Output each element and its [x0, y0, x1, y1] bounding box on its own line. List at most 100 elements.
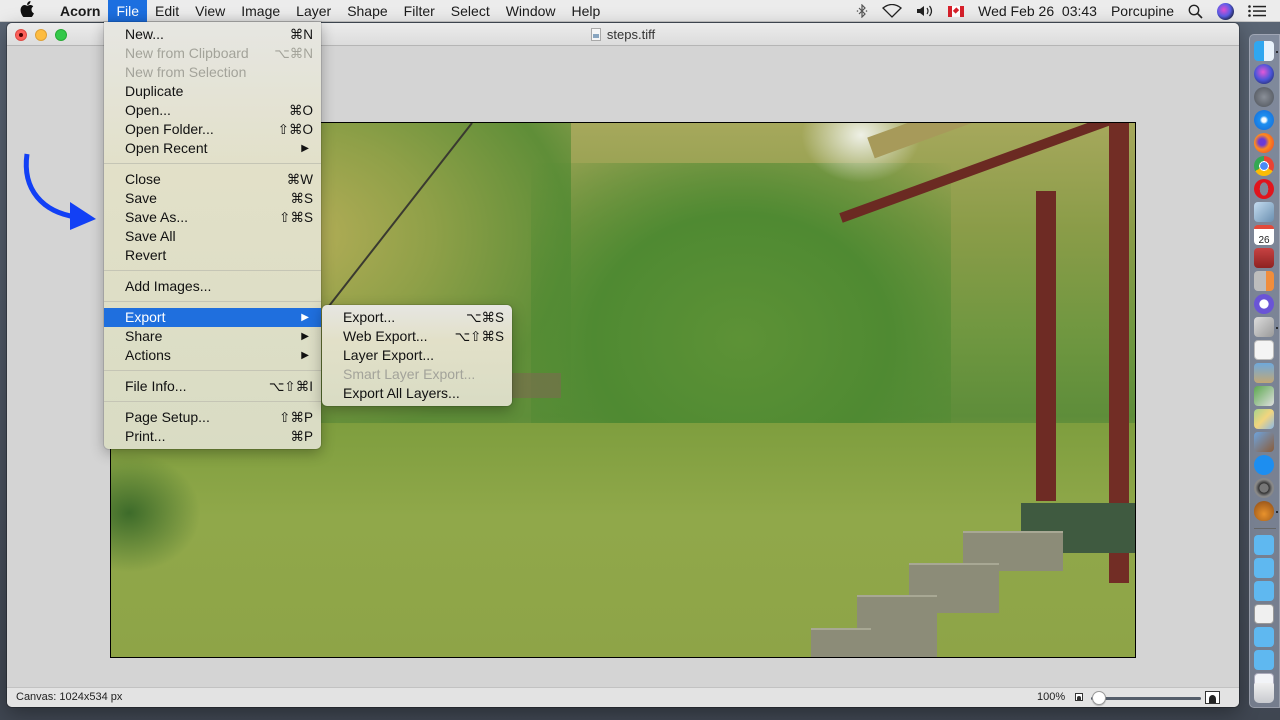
list-icon[interactable]: [1248, 0, 1266, 22]
submenu-item-smart-layer-export: Smart Layer Export...: [343, 366, 476, 382]
siri-icon[interactable]: [1217, 0, 1234, 22]
folder-icon[interactable]: [1254, 558, 1274, 578]
siri-icon[interactable]: [1254, 64, 1274, 84]
zoom-slider-knob[interactable]: [1092, 691, 1106, 705]
firefox-icon[interactable]: [1254, 133, 1274, 153]
menu-item-revert[interactable]: Revert: [104, 246, 321, 265]
submenu-item-layer-export[interactable]: Layer Export...: [322, 346, 512, 365]
image-capture-icon[interactable]: [1254, 363, 1274, 383]
submenu-item-export-all-layers[interactable]: Export All Layers...: [322, 384, 512, 403]
menu-item-save[interactable]: Save ⌘S: [104, 189, 321, 208]
menu-edit[interactable]: Edit: [147, 0, 187, 22]
preview-editor-icon[interactable]: [1254, 386, 1274, 406]
calculator-icon[interactable]: [1254, 271, 1274, 291]
preview-icon[interactable]: [1254, 202, 1274, 222]
menu-select[interactable]: Select: [443, 0, 498, 22]
menu-item-open[interactable]: Open... ⌘O: [104, 101, 321, 120]
running-indicator: [1276, 327, 1278, 329]
submenu-arrow-icon: ▶: [301, 331, 309, 342]
menu-item-print[interactable]: Print... ⌘P: [104, 427, 321, 446]
menu-image[interactable]: Image: [233, 0, 288, 22]
zoom-percent-label: 100%: [1037, 691, 1066, 703]
menu-app-acorn[interactable]: Acorn: [52, 0, 108, 22]
photo-step: [811, 628, 871, 657]
opera-icon[interactable]: [1254, 179, 1274, 199]
photo-bush: [111, 453, 201, 573]
menu-view[interactable]: View: [187, 0, 233, 22]
launchpad-icon[interactable]: [1254, 87, 1274, 107]
menu-item-file-info[interactable]: File Info... ⌥⇧⌘I: [104, 377, 321, 396]
menu-separator: [104, 163, 321, 164]
canvas-size-label: Canvas: 1024x534 px: [16, 691, 123, 703]
zoom-in-icon[interactable]: [1205, 691, 1220, 704]
finder-icon[interactable]: [1254, 41, 1274, 61]
user-name[interactable]: Porcupine: [1111, 3, 1174, 19]
menu-item-new-from-clipboard: New from Clipboard ⌥⌘N: [125, 45, 313, 61]
menu-item-new[interactable]: New... ⌘N: [104, 25, 321, 44]
window-title-text: steps.tiff: [606, 27, 656, 42]
menu-item-save-all[interactable]: Save All: [104, 227, 321, 246]
file-menu: New... ⌘N New from Clipboard ⌥⌘N New from …: [104, 22, 321, 449]
dock-separator: [1254, 528, 1276, 529]
clock[interactable]: Wed Feb 26 03:43: [978, 3, 1097, 19]
submenu-item-web-export[interactable]: Web Export... ⌥⇧⌘S: [322, 327, 512, 346]
app-store-icon[interactable]: [1254, 455, 1274, 475]
menu-item-save-as[interactable]: Save As... ⇧⌘S: [104, 208, 321, 227]
folder-icon[interactable]: [1254, 650, 1274, 670]
script-editor-icon[interactable]: [1254, 317, 1274, 337]
trash-icon[interactable]: [1254, 683, 1274, 703]
menu-bar: Acorn File Edit View Image Layer Shape F…: [0, 0, 1280, 22]
menu-window[interactable]: Window: [498, 0, 564, 22]
running-indicator: [1276, 511, 1278, 513]
menu-item-open-recent[interactable]: Open Recent ▶: [104, 139, 321, 158]
textedit-icon[interactable]: [1254, 340, 1274, 360]
menu-separator: [104, 270, 321, 271]
submenu-item-export[interactable]: Export... ⌥⌘S: [322, 308, 512, 327]
bbedit-icon[interactable]: [1254, 294, 1274, 314]
acorn-icon[interactable]: [1254, 501, 1274, 521]
menu-filter[interactable]: Filter: [396, 0, 443, 22]
apple-logo-icon[interactable]: [18, 0, 36, 21]
menu-shape[interactable]: Shape: [339, 0, 395, 22]
volume-icon[interactable]: [916, 0, 934, 22]
dictionary-icon[interactable]: [1254, 248, 1274, 268]
bluetooth-icon[interactable]: [856, 0, 868, 22]
menu-item-open-folder[interactable]: Open Folder... ⇧⌘O: [104, 120, 321, 139]
menu-separator: [104, 370, 321, 371]
status-menus: Wed Feb 26 03:43 Porcupine: [856, 0, 1280, 22]
menu-item-actions[interactable]: Actions ▶: [104, 346, 321, 365]
menu-item-page-setup[interactable]: Page Setup... ⇧⌘P: [104, 408, 321, 427]
canada-flag-icon[interactable]: [948, 0, 965, 22]
zoom-slider-track[interactable]: [1091, 697, 1201, 700]
submenu-arrow-icon: ▶: [301, 143, 309, 154]
photos-icon[interactable]: [1254, 432, 1274, 452]
menu-item-export[interactable]: Export ▶: [104, 308, 321, 327]
document-icon[interactable]: [1254, 604, 1274, 624]
menu-separator: [104, 401, 321, 402]
submenu-arrow-icon: ▶: [301, 312, 309, 323]
menu-file[interactable]: File: [108, 0, 148, 22]
zoom-out-icon[interactable]: [1075, 693, 1083, 701]
folder-icon[interactable]: [1254, 535, 1274, 555]
annotation-arrow-icon: [23, 153, 96, 230]
wifi-icon[interactable]: [882, 0, 903, 22]
chrome-icon[interactable]: [1254, 156, 1274, 176]
safari-icon[interactable]: [1254, 110, 1274, 130]
folder-icon[interactable]: [1254, 581, 1274, 601]
menu-item-add-images[interactable]: Add Images...: [104, 277, 321, 296]
system-preferences-icon[interactable]: [1254, 478, 1274, 498]
calendar-icon[interactable]: 26: [1254, 225, 1274, 246]
maps-icon[interactable]: [1254, 409, 1274, 429]
menu-item-close[interactable]: Close ⌘W: [104, 170, 321, 189]
menu-item-duplicate[interactable]: Duplicate: [104, 82, 321, 101]
tiff-file-icon: [590, 28, 601, 41]
menu-help[interactable]: Help: [564, 0, 609, 22]
menu-item-share[interactable]: Share ▶: [104, 327, 321, 346]
status-bar: Canvas: 1024x534 px 100%: [7, 687, 1239, 707]
submenu-arrow-icon: ▶: [301, 350, 309, 361]
running-indicator: [1276, 51, 1278, 53]
folder-icon[interactable]: [1254, 627, 1274, 647]
export-submenu: Export... ⌥⌘S Web Export... ⌥⇧⌘S Layer Exp…: [322, 305, 512, 406]
search-icon[interactable]: [1188, 0, 1203, 22]
menu-layer[interactable]: Layer: [288, 0, 339, 22]
